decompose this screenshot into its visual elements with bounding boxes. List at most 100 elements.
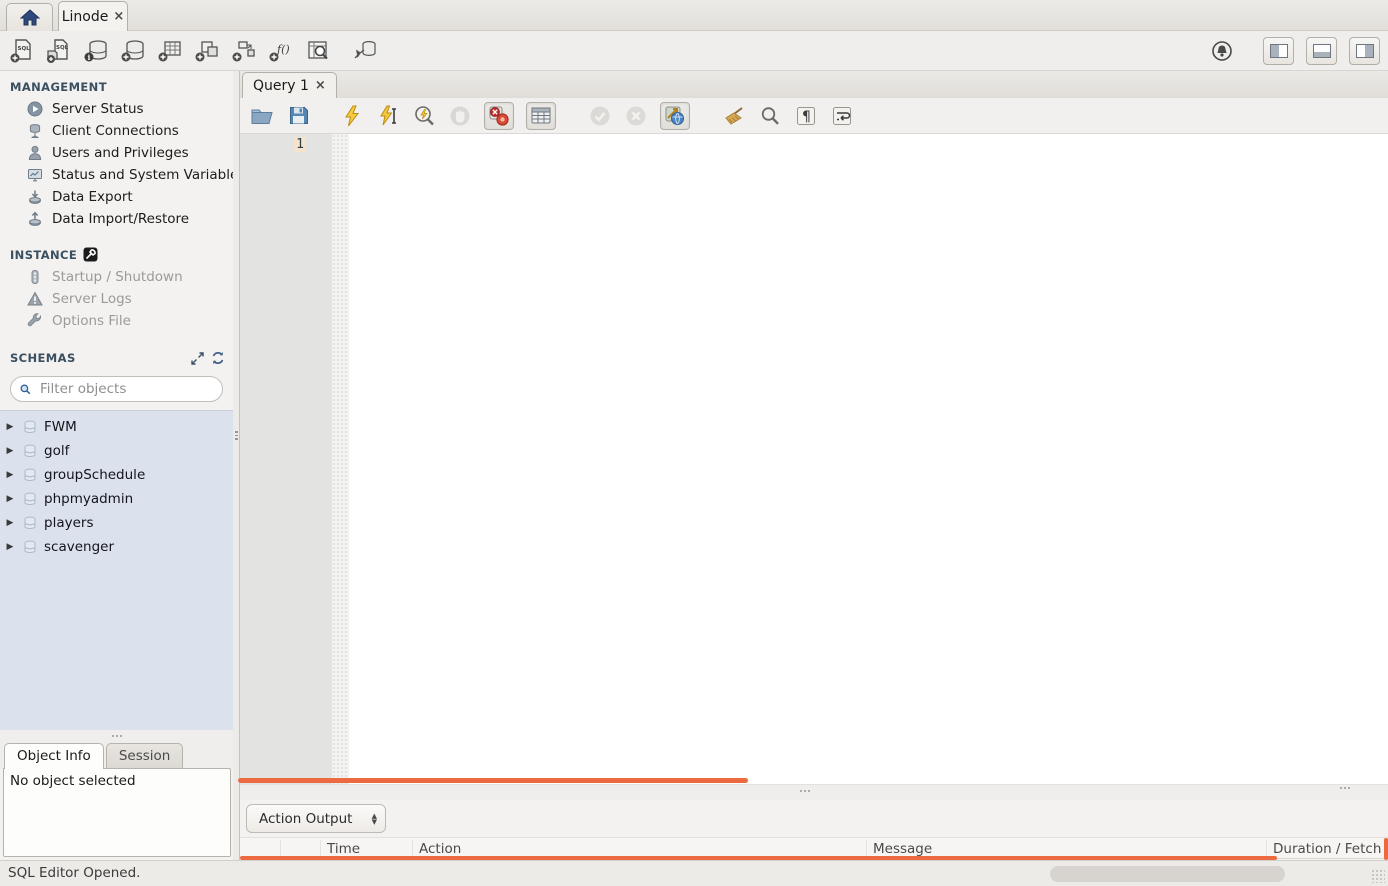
reconnect-dbms-button[interactable] xyxy=(351,37,379,65)
wrap-text-icon xyxy=(832,106,852,126)
schema-filter-input[interactable] xyxy=(38,380,213,398)
execute-current-button[interactable] xyxy=(376,104,400,128)
svg-text:SQL: SQL xyxy=(56,45,69,51)
sidebar-item-startup-shutdown[interactable]: Startup / Shutdown xyxy=(0,266,233,288)
sidebar-item-users-privileges[interactable]: Users and Privileges xyxy=(0,142,233,164)
expander-caret-icon[interactable]: ▶ xyxy=(4,518,16,528)
sidebar-item-options-file[interactable]: Options File xyxy=(0,310,233,332)
window-resize-grip-icon[interactable] xyxy=(1371,869,1385,883)
explain-icon xyxy=(413,105,435,127)
expander-caret-icon[interactable]: ▶ xyxy=(4,494,16,504)
home-icon xyxy=(20,9,40,26)
tab-session[interactable]: Session xyxy=(106,743,184,769)
close-icon[interactable]: × xyxy=(113,10,124,23)
new-sql-script-button[interactable]: SQL xyxy=(8,37,36,65)
bottom-scrollbar-thumb[interactable] xyxy=(1050,866,1285,882)
sidebar-item-system-variables[interactable]: Status and System Variables xyxy=(0,164,233,186)
create-function-button[interactable]: f() xyxy=(267,37,295,65)
commit-button[interactable] xyxy=(588,104,612,128)
invisible-chars-button[interactable]: ¶ xyxy=(794,104,818,128)
open-script-button[interactable] xyxy=(250,104,274,128)
code-folding-strip xyxy=(332,134,349,784)
editor-horizontal-scrollbar[interactable] xyxy=(238,778,748,783)
find-button[interactable] xyxy=(758,104,782,128)
sidebar-item-label: Options File xyxy=(52,313,131,329)
toggle-right-panel-button[interactable] xyxy=(1349,37,1380,65)
explain-button[interactable] xyxy=(412,104,436,128)
create-procedure-button[interactable] xyxy=(230,37,258,65)
editor-gutter: 1 xyxy=(240,134,332,784)
rollback-button[interactable] xyxy=(624,104,648,128)
instance-section-header: INSTANCE xyxy=(0,238,233,266)
execute-button[interactable] xyxy=(340,104,364,128)
column-action[interactable]: Action xyxy=(413,840,867,856)
autocommit-toggle[interactable] xyxy=(660,102,690,130)
column-index[interactable] xyxy=(281,840,321,856)
sidebar-item-server-logs[interactable]: Server Logs xyxy=(0,288,233,310)
sidebar-vertical-splitter[interactable] xyxy=(233,71,240,860)
schema-item-golf[interactable]: ▶ golf xyxy=(0,439,233,463)
query-tab-label: Query 1 xyxy=(253,78,309,94)
svg-text:f(): f() xyxy=(276,43,290,56)
notification-icon xyxy=(1211,40,1233,62)
main-area: Query 1 × xyxy=(240,71,1388,860)
schema-item-fwm[interactable]: ▶ FWM xyxy=(0,415,233,439)
editor-text-surface[interactable] xyxy=(349,134,1388,784)
sidebar-horizontal-splitter[interactable] xyxy=(0,730,233,741)
sidebar: MANAGEMENT Server Status Client Connecti… xyxy=(0,71,233,860)
limit-rows-toggle[interactable] xyxy=(526,102,556,130)
toggle-left-panel-icon xyxy=(1270,44,1288,58)
schema-item-scavenger[interactable]: ▶ scavenger xyxy=(0,535,233,559)
sidebar-item-label: Data Import/Restore xyxy=(52,211,189,227)
expand-icon[interactable] xyxy=(191,352,204,365)
notification-button[interactable] xyxy=(1208,37,1236,65)
output-vertical-scrollbar[interactable] xyxy=(1384,838,1388,860)
column-time[interactable]: Time xyxy=(321,840,413,856)
column-duration-fetch[interactable]: Duration / Fetch xyxy=(1267,840,1388,856)
open-sql-script-button[interactable]: SQL xyxy=(45,37,73,65)
sidebar-item-data-export[interactable]: Data Export xyxy=(0,186,233,208)
search-data-button[interactable] xyxy=(304,37,332,65)
sidebar-item-label: Users and Privileges xyxy=(52,145,189,161)
home-tab[interactable] xyxy=(6,3,53,31)
schema-item-players[interactable]: ▶ players xyxy=(0,511,233,535)
toggle-left-panel-button[interactable] xyxy=(1263,37,1294,65)
schema-item-phpmyadmin[interactable]: ▶ phpmyadmin xyxy=(0,487,233,511)
toggle-bottom-panel-button[interactable] xyxy=(1306,37,1337,65)
schema-icon xyxy=(23,492,37,506)
output-selector[interactable]: Action Output ▲ ▼ xyxy=(246,804,386,833)
create-table-button[interactable] xyxy=(156,37,184,65)
connection-tab[interactable]: Linode × xyxy=(58,1,128,31)
column-status-icon[interactable] xyxy=(240,840,281,856)
expander-caret-icon[interactable]: ▶ xyxy=(4,470,16,480)
refresh-icon[interactable] xyxy=(211,351,225,365)
schema-name: groupSchedule xyxy=(44,467,145,483)
object-info-content: No object selected xyxy=(3,768,231,857)
save-script-button[interactable] xyxy=(286,104,310,128)
query-tab[interactable]: Query 1 × xyxy=(242,72,337,98)
column-message[interactable]: Message xyxy=(867,840,1267,856)
sidebar-item-client-connections[interactable]: Client Connections xyxy=(0,120,233,142)
wrap-text-button[interactable] xyxy=(830,104,854,128)
expander-caret-icon[interactable]: ▶ xyxy=(4,422,16,432)
close-icon[interactable]: × xyxy=(315,79,326,92)
schema-inspector-button[interactable]: i xyxy=(82,37,110,65)
sidebar-item-data-import[interactable]: Data Import/Restore xyxy=(0,208,233,230)
create-schema-button[interactable] xyxy=(119,37,147,65)
tab-label: Session xyxy=(119,748,171,764)
users-icon xyxy=(27,145,43,161)
sql-editor[interactable]: 1 xyxy=(240,134,1388,784)
create-view-button[interactable] xyxy=(193,37,221,65)
expander-caret-icon[interactable]: ▶ xyxy=(4,542,16,552)
wrench-badge-icon xyxy=(83,247,98,262)
sidebar-item-server-status[interactable]: Server Status xyxy=(0,98,233,120)
schema-tree: ▶ FWM ▶ golf ▶ groupSchedul xyxy=(0,410,233,730)
tab-object-info[interactable]: Object Info xyxy=(4,743,104,769)
editor-output-splitter[interactable] xyxy=(240,784,1388,800)
stop-button[interactable] xyxy=(448,104,472,128)
expander-caret-icon[interactable]: ▶ xyxy=(4,446,16,456)
beautify-button[interactable] xyxy=(722,104,746,128)
schema-item-groupschedule[interactable]: ▶ groupSchedule xyxy=(0,463,233,487)
schema-filter[interactable] xyxy=(10,376,223,402)
stop-on-error-toggle[interactable] xyxy=(484,102,514,130)
